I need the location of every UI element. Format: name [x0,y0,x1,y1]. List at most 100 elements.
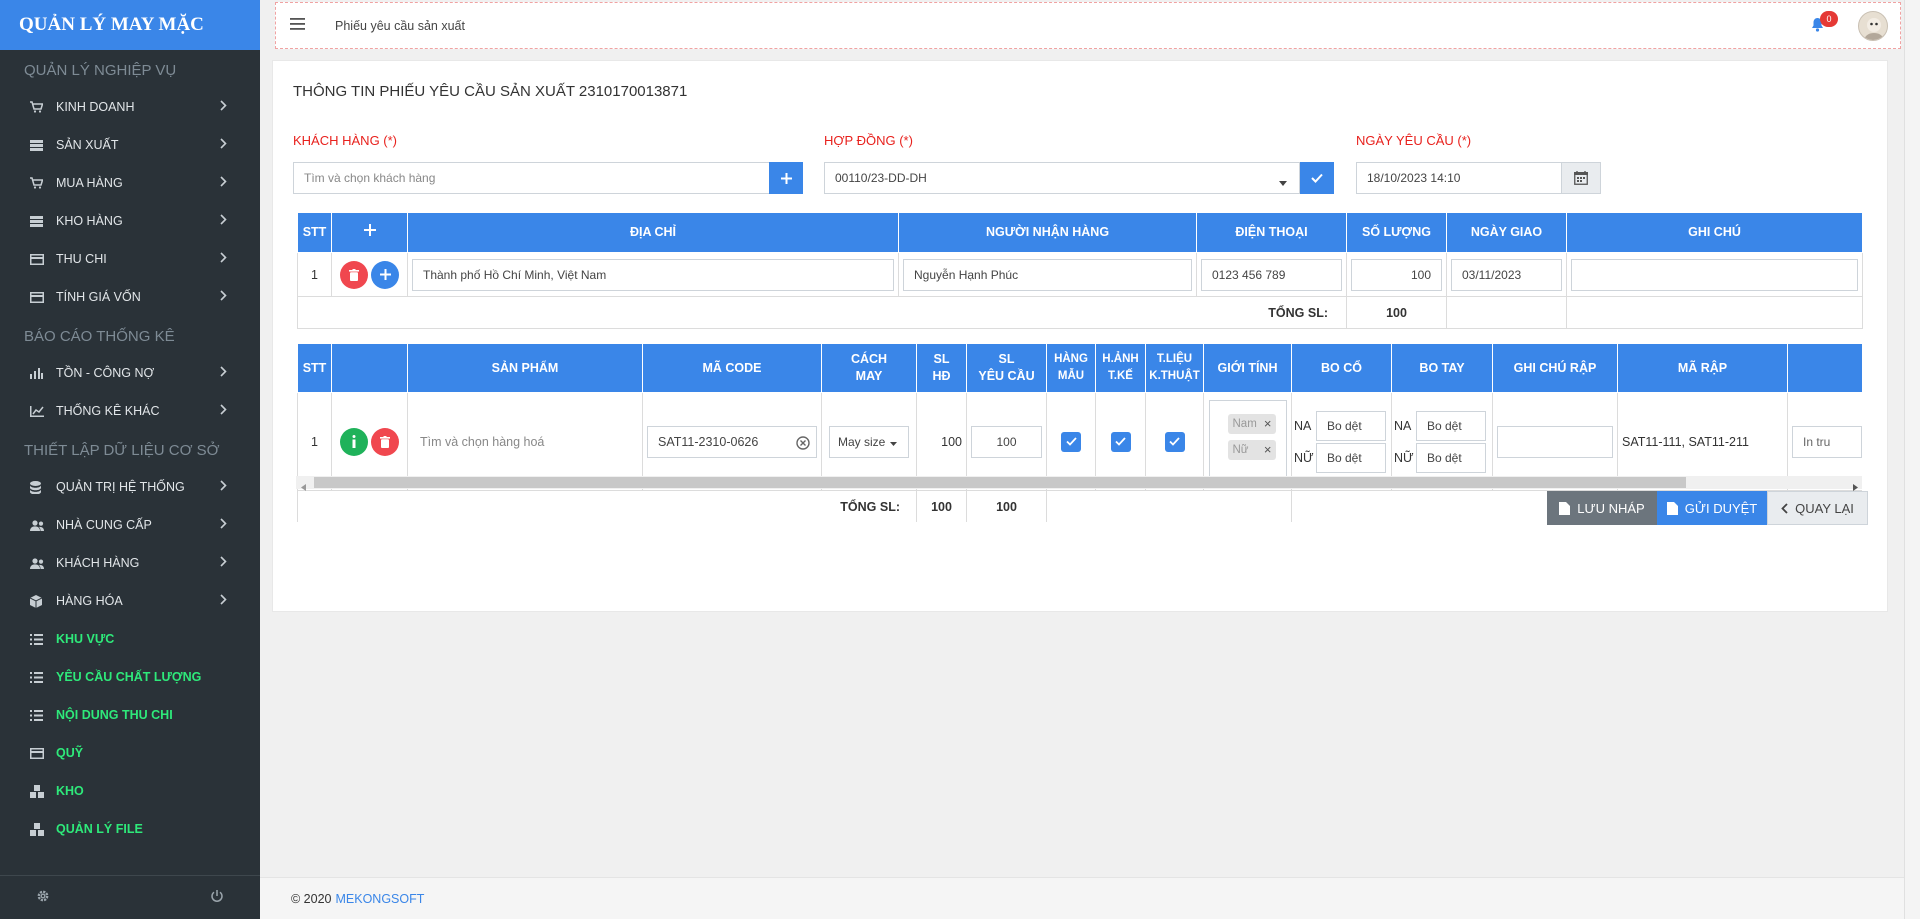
info-button[interactable] [339,427,368,456]
cart-icon [30,101,56,113]
col-pattern-code: MÃ RẬP [1617,343,1788,393]
col-sew-method: CÁCH MAY [821,343,917,393]
nav-noi-dung-thu-chi[interactable]: NỘI DUNG THU CHI [0,696,260,734]
nav-san-xuat[interactable]: SẢN XUẤT [0,126,260,164]
notification-badge: 0 [1820,11,1838,27]
pattern-note-input[interactable] [1497,425,1613,458]
form-title: THÔNG TIN PHIẾU YÊU CẦU SẢN XUẤT 2310170… [293,83,688,100]
chevron-right-icon [220,404,227,418]
nav-nha-cung-cap[interactable]: NHÀ CUNG CẤP [0,506,260,544]
save-draft-button[interactable]: LƯU NHÁP [1547,491,1657,525]
sl-yc-input[interactable]: 100 [971,425,1042,458]
nav-khach-hang[interactable]: KHÁCH HÀNG [0,544,260,582]
check-icon [1169,437,1180,446]
sample-checkbox[interactable] [1061,431,1081,452]
credit-card-icon [30,747,56,759]
nav-kho[interactable]: KHO [0,772,260,810]
scroll-left-icon[interactable] [301,479,306,494]
nav-quan-tri-he-thong[interactable]: QUẢN TRỊ HỆ THỐNG [0,468,260,506]
confirm-contract-button[interactable] [1300,162,1334,194]
sleeve-nu-label: NỮ [1394,450,1414,465]
col-design: H.ẢNH T.KẾ [1095,343,1146,393]
col-pattern-note: GHI CHÚ RẬP [1492,343,1618,393]
back-label: QUAY LẠI [1795,500,1854,516]
file-icon [1666,501,1678,515]
list-icon [30,633,56,645]
company-link[interactable]: MEKONGSOFT [336,892,425,906]
calendar-button[interactable] [1561,162,1601,194]
nav-thong-ke-khac[interactable]: THỐNG KÊ KHÁC [0,392,260,430]
hamburger-menu-icon[interactable] [290,18,305,33]
remove-tag-icon[interactable]: × [1264,442,1272,457]
phone-input[interactable]: 0123 456 789 [1201,258,1342,291]
nav-quy[interactable]: QUỸ [0,734,260,772]
submit-approval-button[interactable]: GỬI DUYỆT [1657,491,1767,525]
sew-method-select[interactable]: May size [829,425,909,458]
chevron-right-icon [220,176,227,190]
tech-checkbox[interactable] [1164,431,1185,452]
nav-yeu-cau-chat-luong[interactable]: YÊU CẦU CHẤT LƯỢNG [0,658,260,696]
customer-search-input[interactable]: Tìm và chọn khách hàng [293,162,774,194]
trash-icon [348,268,359,281]
nav-kinh-doanh[interactable]: KINH DOANH [0,88,260,126]
design-checkbox[interactable] [1110,431,1131,452]
clear-circle-icon[interactable] [796,435,810,453]
cubes-icon [30,784,56,798]
user-avatar[interactable] [1858,11,1888,41]
users-icon [30,519,56,531]
nav-label: YÊU CẦU CHẤT LƯỢNG [56,670,202,684]
delivery-row: 1 Thành phố Hồ Chí Minh, Việt Nam Nguyễn… [297,252,1863,297]
caret-down-icon [1279,175,1287,189]
add-customer-button[interactable] [769,162,803,194]
add-delivery-row-button[interactable] [331,212,408,253]
nav-mua-hang[interactable]: MUA HÀNG [0,164,260,202]
extra-input[interactable]: In tru [1792,425,1862,458]
sleeve-na-input[interactable]: Bo dệt [1416,410,1486,441]
header-line: T.LIỆU [1156,353,1193,365]
copyright-text: © 2020 [291,891,332,906]
request-date-input[interactable]: 18/10/2023 14:10 [1356,162,1562,194]
app-brand[interactable]: QUẢN LÝ MAY MẶC [0,0,260,50]
check-icon [1311,173,1323,183]
section-thiet-lap: THIẾT LẬP DỮ LIỆU CƠ SỞ [24,442,220,459]
note-input[interactable] [1571,258,1858,291]
delete-row-button[interactable] [339,260,368,289]
page-scrollbar[interactable] [1904,0,1920,919]
nav-quan-ly-file[interactable]: QUẢN LÝ FILE [0,810,260,848]
contract-value: 00110/23-DD-DH [835,171,927,185]
info-icon [352,435,356,448]
database-icon [30,480,56,494]
power-icon[interactable] [210,889,224,906]
col-phone: ĐIỆN THOẠI [1196,212,1347,253]
gender-tag: Nam × [1227,413,1276,434]
back-button[interactable]: QUAY LẠI [1767,491,1868,525]
nav-khu-vuc[interactable]: KHU VỰC [0,620,260,658]
collar-na-input[interactable]: Bo dệt [1316,410,1386,441]
col-product: SẢN PHẨM [407,343,643,393]
quantity-input[interactable]: 100 [1351,258,1442,291]
receiver-input[interactable]: Nguyễn Hạnh Phúc [903,258,1192,291]
address-input[interactable]: Thành phố Hồ Chí Minh, Việt Nam [412,258,894,291]
remove-tag-icon[interactable]: × [1264,416,1272,431]
check-icon [1065,437,1077,446]
gender-tag: Nữ × [1227,439,1276,460]
nav-ton-cong-no[interactable]: TỒN - CÔNG NỢ [0,354,260,392]
gender-multiselect[interactable]: Nam × Nữ × [1208,399,1287,484]
nav-label: KHU VỰC [56,632,115,646]
settings-icon[interactable] [36,889,50,906]
total-sl-hd: 100 [916,490,967,522]
nav-kho-hang[interactable]: KHO HÀNG [0,202,260,240]
collar-nu-input[interactable]: Bo dệt [1316,442,1386,473]
col-address: ĐỊA CHỈ [407,212,899,253]
delivery-date-input[interactable]: 03/11/2023 [1451,258,1562,291]
code-input[interactable]: SAT11-2310-0626 [647,425,817,458]
nav-hang-hoa[interactable]: HÀNG HÓA [0,582,260,620]
contract-select[interactable]: 00110/23-DD-DH [824,162,1300,194]
list-icon [30,671,56,683]
sleeve-nu-input[interactable]: Bo dệt [1416,442,1486,473]
add-row-button[interactable] [371,260,400,289]
delete-row-button[interactable] [371,427,400,456]
nav-tinh-gia-von[interactable]: TÍNH GIÁ VỐN [0,278,260,316]
nav-thu-chi[interactable]: THU CHI [0,240,260,278]
scrollbar-thumb[interactable] [314,477,1686,488]
